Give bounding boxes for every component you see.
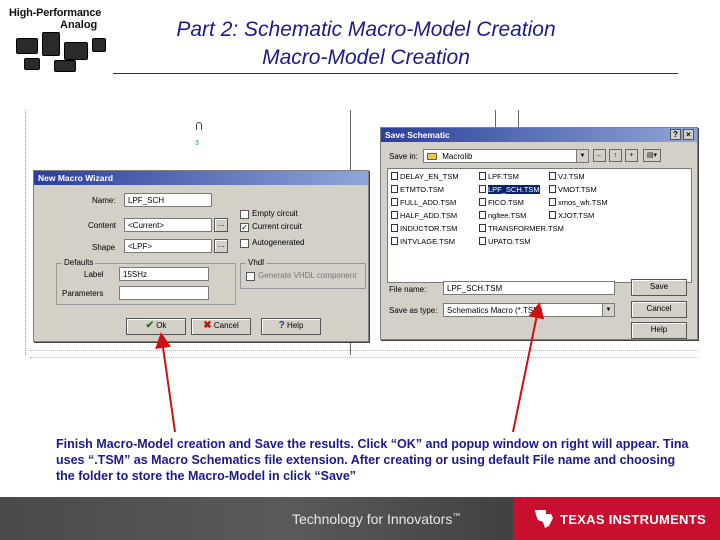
- footer-tagline: Technology for Innovators™: [292, 511, 461, 527]
- arrow-to-ok: [155, 332, 176, 433]
- instruction-caption: Finish Macro-Model creation and Save the…: [56, 437, 689, 483]
- ti-logo-icon: [532, 506, 556, 530]
- company-name: TEXAS INSTRUMENTS: [560, 512, 706, 527]
- arrow-to-save: [512, 302, 545, 433]
